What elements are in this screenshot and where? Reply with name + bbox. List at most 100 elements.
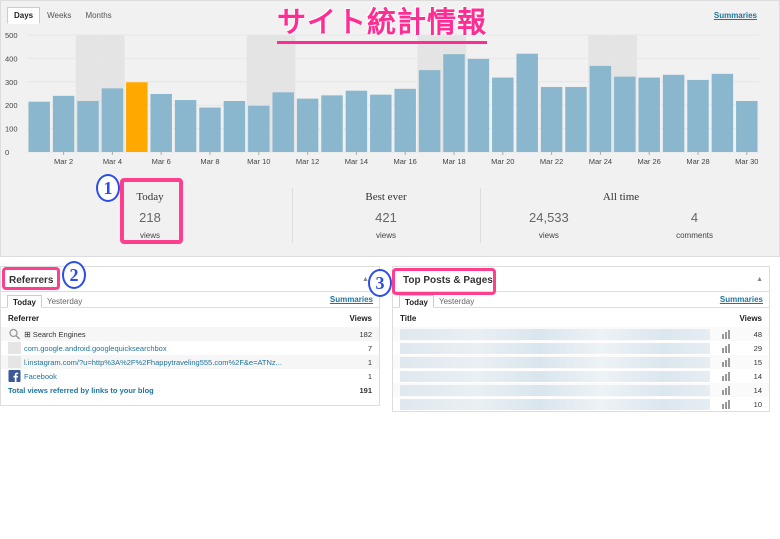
- top-post-row[interactable]: 10: [393, 397, 769, 411]
- bar[interactable]: [150, 93, 172, 152]
- bar[interactable]: [272, 92, 294, 152]
- summaries-link[interactable]: Summaries: [714, 11, 757, 20]
- col-views: Views: [349, 314, 372, 323]
- y-tick-label: 500: [5, 31, 18, 40]
- y-tick-label: 300: [5, 78, 18, 87]
- referrer-row[interactable]: com.google.android.googlequicksearchbox …: [1, 341, 379, 355]
- x-tick-label: Mar 20: [491, 157, 514, 166]
- blurred-title[interactable]: [400, 342, 710, 354]
- bar[interactable]: [248, 105, 270, 152]
- bar[interactable]: [52, 95, 75, 152]
- annotation-2: 2: [62, 261, 86, 289]
- blank-icon: [8, 342, 21, 354]
- referrers-total-label: Total views referred by links to your bl…: [8, 386, 154, 395]
- bar[interactable]: [296, 98, 319, 152]
- bar[interactable]: [28, 101, 50, 152]
- collapse-icon[interactable]: ▲: [756, 276, 763, 283]
- today-highlight-box: [120, 178, 183, 244]
- referrers-highlight-box: [2, 267, 60, 290]
- bar[interactable]: [516, 53, 538, 152]
- bar[interactable]: [126, 82, 148, 152]
- referrer-row[interactable]: ⊞ Search Engines 182: [1, 327, 379, 341]
- stat-all-time-title: All time: [602, 191, 640, 203]
- y-tick-label: 400: [5, 54, 18, 63]
- chart-icon[interactable]: [722, 371, 732, 381]
- divider: [480, 188, 481, 243]
- bar[interactable]: [711, 73, 734, 152]
- x-tick-label: Mar 16: [394, 157, 417, 166]
- x-tick-label: Mar 28: [686, 157, 709, 166]
- referrers-tab-yesterday[interactable]: Yesterday: [42, 295, 87, 307]
- referrers-tab-today[interactable]: Today: [7, 295, 42, 308]
- search-icon: [9, 328, 21, 340]
- referrers-summaries-link[interactable]: Summaries: [330, 295, 373, 304]
- page-title-overlay: サイト統計情報: [277, 5, 488, 44]
- referrer-row[interactable]: Facebook 1: [1, 369, 379, 383]
- stat-all-time-comments: 4: [690, 210, 699, 225]
- x-tick-label: Mar 12: [296, 157, 319, 166]
- bar[interactable]: [345, 90, 368, 152]
- top-post-row[interactable]: 14: [393, 369, 769, 383]
- x-tick-label: Mar 18: [442, 157, 465, 166]
- top-post-row[interactable]: 29: [393, 341, 769, 355]
- bar[interactable]: [614, 76, 636, 152]
- referrer-link[interactable]: l.instagram.com/?u=http%3A%2F%2Fhappytra…: [24, 358, 342, 367]
- x-tick-label: Mar 8: [200, 157, 219, 166]
- bar[interactable]: [321, 95, 343, 152]
- y-tick-label: 0: [5, 148, 9, 157]
- bar[interactable]: [736, 100, 758, 152]
- bar[interactable]: [492, 77, 514, 152]
- top-post-views: 14: [753, 371, 762, 381]
- bar[interactable]: [443, 54, 465, 152]
- bar[interactable]: [174, 100, 197, 152]
- bar[interactable]: [101, 88, 124, 152]
- chart-icon[interactable]: [722, 343, 732, 353]
- col-referrer: Referrer: [8, 314, 40, 323]
- bar[interactable]: [662, 74, 685, 152]
- bar[interactable]: [199, 107, 221, 152]
- bar[interactable]: [394, 88, 416, 152]
- referrer-link[interactable]: com.google.android.googlequicksearchbox: [24, 344, 342, 353]
- tab-months[interactable]: Months: [78, 7, 118, 24]
- referrer-label: Search Engines: [32, 329, 86, 339]
- referrer-row[interactable]: l.instagram.com/?u=http%3A%2F%2Fhappytra…: [1, 355, 379, 369]
- bar[interactable]: [687, 79, 709, 152]
- x-tick-label: Mar 2: [54, 157, 73, 166]
- stat-best-title: Best ever: [365, 191, 407, 203]
- top-posts-rows: 48 29 15 14 14 10: [393, 327, 769, 411]
- bar[interactable]: [467, 58, 490, 153]
- top-posts-tab-yesterday[interactable]: Yesterday: [434, 295, 479, 307]
- tab-days[interactable]: Days: [7, 7, 41, 24]
- tab-weeks[interactable]: Weeks: [40, 7, 78, 24]
- bar[interactable]: [223, 100, 246, 152]
- blurred-title[interactable]: [400, 356, 710, 368]
- expand-icon[interactable]: ⊞: [24, 330, 31, 339]
- chart-icon[interactable]: [722, 399, 732, 409]
- bar[interactable]: [565, 86, 587, 152]
- bar[interactable]: [638, 77, 660, 152]
- top-post-views: 29: [753, 343, 762, 353]
- bar[interactable]: [540, 86, 563, 152]
- top-posts-summaries-link[interactable]: Summaries: [720, 295, 763, 304]
- x-tick-label: Mar 14: [345, 157, 368, 166]
- top-posts-tab-today[interactable]: Today: [399, 295, 434, 308]
- chart-icon[interactable]: [722, 329, 732, 339]
- bar[interactable]: [589, 65, 612, 152]
- blurred-title[interactable]: [400, 370, 710, 382]
- blurred-title[interactable]: [400, 398, 710, 410]
- blurred-title[interactable]: [400, 328, 710, 340]
- y-tick-label: 100: [5, 125, 18, 134]
- top-post-row[interactable]: 48: [393, 327, 769, 341]
- blurred-title[interactable]: [400, 384, 710, 396]
- chart-icon[interactable]: [722, 357, 732, 367]
- bar[interactable]: [77, 100, 99, 152]
- referrer-link[interactable]: Facebook: [24, 372, 342, 381]
- bar[interactable]: [418, 70, 441, 152]
- top-post-row[interactable]: 15: [393, 355, 769, 369]
- x-tick-label: Mar 10: [247, 157, 270, 166]
- top-post-row[interactable]: 14: [393, 383, 769, 397]
- chart-icon[interactable]: [722, 385, 732, 395]
- top-posts-table-header: Title Views: [393, 308, 769, 327]
- top-post-views: 10: [753, 399, 762, 409]
- bar[interactable]: [370, 94, 392, 152]
